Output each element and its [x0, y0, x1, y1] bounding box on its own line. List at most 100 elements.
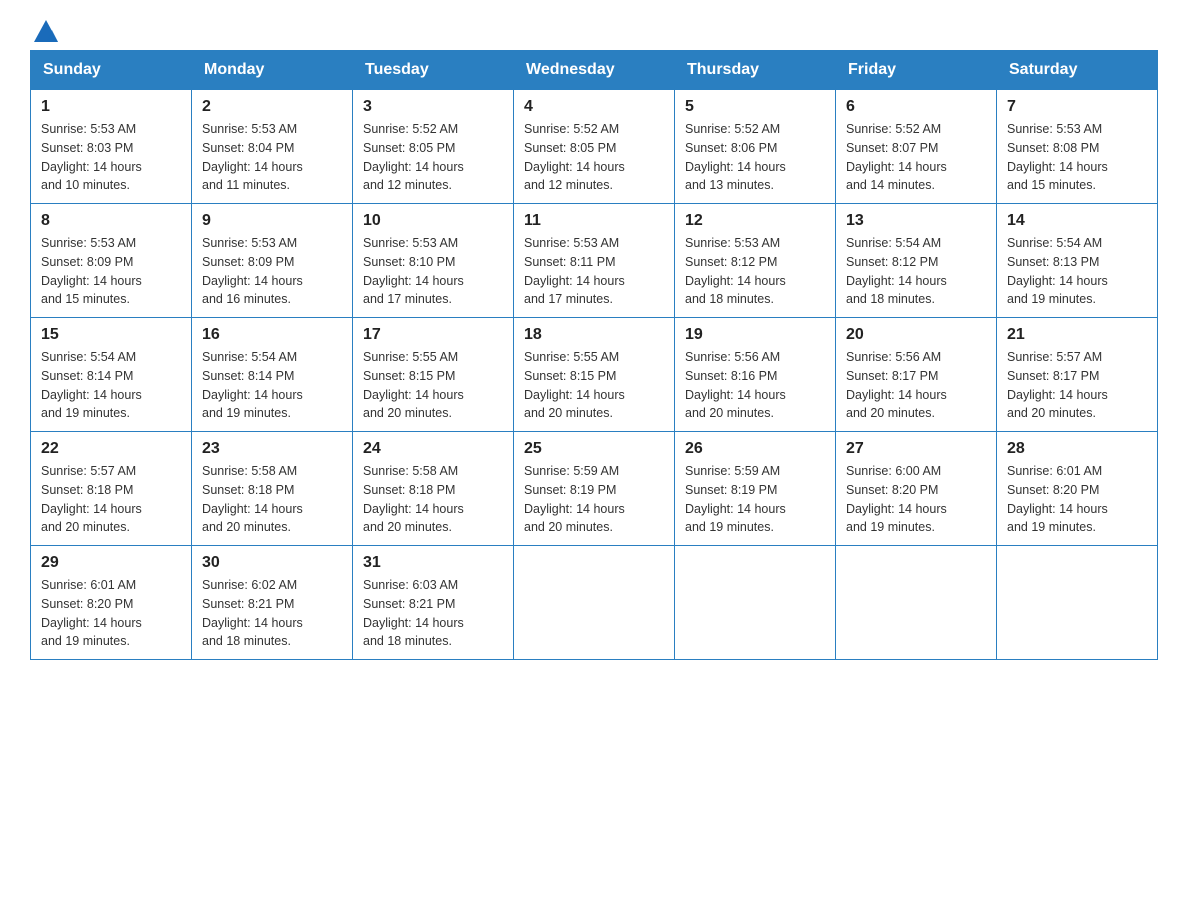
logo — [30, 20, 60, 40]
day-number: 31 — [363, 554, 503, 572]
day-info: Sunrise: 5:53 AMSunset: 8:04 PMDaylight:… — [202, 120, 342, 195]
calendar-week-row: 29 Sunrise: 6:01 AMSunset: 8:20 PMDaylig… — [31, 546, 1158, 660]
page-header — [30, 20, 1158, 40]
day-number: 11 — [524, 212, 664, 230]
day-number: 5 — [685, 98, 825, 116]
calendar-cell: 14 Sunrise: 5:54 AMSunset: 8:13 PMDaylig… — [997, 204, 1158, 318]
day-info: Sunrise: 5:59 AMSunset: 8:19 PMDaylight:… — [685, 462, 825, 537]
calendar-cell: 5 Sunrise: 5:52 AMSunset: 8:06 PMDayligh… — [675, 90, 836, 204]
day-number: 25 — [524, 440, 664, 458]
day-info: Sunrise: 5:53 AMSunset: 8:10 PMDaylight:… — [363, 234, 503, 309]
day-number: 15 — [41, 326, 181, 344]
day-info: Sunrise: 5:55 AMSunset: 8:15 PMDaylight:… — [524, 348, 664, 423]
day-info: Sunrise: 6:02 AMSunset: 8:21 PMDaylight:… — [202, 576, 342, 651]
calendar-cell: 15 Sunrise: 5:54 AMSunset: 8:14 PMDaylig… — [31, 318, 192, 432]
calendar-cell: 4 Sunrise: 5:52 AMSunset: 8:05 PMDayligh… — [514, 90, 675, 204]
calendar-week-row: 22 Sunrise: 5:57 AMSunset: 8:18 PMDaylig… — [31, 432, 1158, 546]
calendar-cell: 25 Sunrise: 5:59 AMSunset: 8:19 PMDaylig… — [514, 432, 675, 546]
day-info: Sunrise: 5:52 AMSunset: 8:07 PMDaylight:… — [846, 120, 986, 195]
day-number: 26 — [685, 440, 825, 458]
calendar-cell: 8 Sunrise: 5:53 AMSunset: 8:09 PMDayligh… — [31, 204, 192, 318]
day-number: 23 — [202, 440, 342, 458]
day-info: Sunrise: 5:53 AMSunset: 8:11 PMDaylight:… — [524, 234, 664, 309]
calendar-cell: 26 Sunrise: 5:59 AMSunset: 8:19 PMDaylig… — [675, 432, 836, 546]
day-number: 22 — [41, 440, 181, 458]
day-info: Sunrise: 5:53 AMSunset: 8:09 PMDaylight:… — [41, 234, 181, 309]
day-info: Sunrise: 5:56 AMSunset: 8:17 PMDaylight:… — [846, 348, 986, 423]
day-number: 4 — [524, 98, 664, 116]
day-info: Sunrise: 5:53 AMSunset: 8:12 PMDaylight:… — [685, 234, 825, 309]
day-number: 19 — [685, 326, 825, 344]
weekday-header-row: SundayMondayTuesdayWednesdayThursdayFrid… — [31, 51, 1158, 90]
day-number: 27 — [846, 440, 986, 458]
calendar-cell: 28 Sunrise: 6:01 AMSunset: 8:20 PMDaylig… — [997, 432, 1158, 546]
calendar-cell: 9 Sunrise: 5:53 AMSunset: 8:09 PMDayligh… — [192, 204, 353, 318]
day-number: 3 — [363, 98, 503, 116]
day-info: Sunrise: 6:03 AMSunset: 8:21 PMDaylight:… — [363, 576, 503, 651]
calendar-cell: 12 Sunrise: 5:53 AMSunset: 8:12 PMDaylig… — [675, 204, 836, 318]
day-info: Sunrise: 5:53 AMSunset: 8:03 PMDaylight:… — [41, 120, 181, 195]
day-number: 28 — [1007, 440, 1147, 458]
calendar-cell: 2 Sunrise: 5:53 AMSunset: 8:04 PMDayligh… — [192, 90, 353, 204]
day-info: Sunrise: 5:54 AMSunset: 8:14 PMDaylight:… — [202, 348, 342, 423]
calendar-cell: 17 Sunrise: 5:55 AMSunset: 8:15 PMDaylig… — [353, 318, 514, 432]
weekday-header-saturday: Saturday — [997, 51, 1158, 90]
day-number: 10 — [363, 212, 503, 230]
calendar-cell — [675, 546, 836, 660]
day-info: Sunrise: 5:54 AMSunset: 8:14 PMDaylight:… — [41, 348, 181, 423]
calendar-cell: 21 Sunrise: 5:57 AMSunset: 8:17 PMDaylig… — [997, 318, 1158, 432]
day-number: 17 — [363, 326, 503, 344]
day-number: 2 — [202, 98, 342, 116]
calendar-week-row: 1 Sunrise: 5:53 AMSunset: 8:03 PMDayligh… — [31, 90, 1158, 204]
day-info: Sunrise: 5:57 AMSunset: 8:18 PMDaylight:… — [41, 462, 181, 537]
calendar-cell: 1 Sunrise: 5:53 AMSunset: 8:03 PMDayligh… — [31, 90, 192, 204]
calendar-cell: 6 Sunrise: 5:52 AMSunset: 8:07 PMDayligh… — [836, 90, 997, 204]
calendar-cell: 13 Sunrise: 5:54 AMSunset: 8:12 PMDaylig… — [836, 204, 997, 318]
weekday-header-tuesday: Tuesday — [353, 51, 514, 90]
day-info: Sunrise: 5:59 AMSunset: 8:19 PMDaylight:… — [524, 462, 664, 537]
weekday-header-monday: Monday — [192, 51, 353, 90]
calendar-cell: 22 Sunrise: 5:57 AMSunset: 8:18 PMDaylig… — [31, 432, 192, 546]
calendar-cell: 16 Sunrise: 5:54 AMSunset: 8:14 PMDaylig… — [192, 318, 353, 432]
day-info: Sunrise: 5:52 AMSunset: 8:05 PMDaylight:… — [524, 120, 664, 195]
day-info: Sunrise: 6:01 AMSunset: 8:20 PMDaylight:… — [1007, 462, 1147, 537]
calendar-table: SundayMondayTuesdayWednesdayThursdayFrid… — [30, 50, 1158, 660]
calendar-cell: 18 Sunrise: 5:55 AMSunset: 8:15 PMDaylig… — [514, 318, 675, 432]
day-info: Sunrise: 5:58 AMSunset: 8:18 PMDaylight:… — [202, 462, 342, 537]
day-info: Sunrise: 5:54 AMSunset: 8:12 PMDaylight:… — [846, 234, 986, 309]
day-number: 13 — [846, 212, 986, 230]
day-number: 6 — [846, 98, 986, 116]
day-number: 29 — [41, 554, 181, 572]
day-number: 18 — [524, 326, 664, 344]
calendar-cell: 11 Sunrise: 5:53 AMSunset: 8:11 PMDaylig… — [514, 204, 675, 318]
calendar-cell: 3 Sunrise: 5:52 AMSunset: 8:05 PMDayligh… — [353, 90, 514, 204]
day-number: 24 — [363, 440, 503, 458]
calendar-header: SundayMondayTuesdayWednesdayThursdayFrid… — [31, 51, 1158, 90]
day-number: 20 — [846, 326, 986, 344]
day-number: 21 — [1007, 326, 1147, 344]
calendar-cell: 24 Sunrise: 5:58 AMSunset: 8:18 PMDaylig… — [353, 432, 514, 546]
day-number: 9 — [202, 212, 342, 230]
day-info: Sunrise: 5:53 AMSunset: 8:08 PMDaylight:… — [1007, 120, 1147, 195]
day-number: 12 — [685, 212, 825, 230]
calendar-body: 1 Sunrise: 5:53 AMSunset: 8:03 PMDayligh… — [31, 90, 1158, 660]
weekday-header-friday: Friday — [836, 51, 997, 90]
calendar-cell — [836, 546, 997, 660]
day-number: 1 — [41, 98, 181, 116]
day-info: Sunrise: 5:55 AMSunset: 8:15 PMDaylight:… — [363, 348, 503, 423]
day-number: 16 — [202, 326, 342, 344]
day-number: 14 — [1007, 212, 1147, 230]
calendar-week-row: 8 Sunrise: 5:53 AMSunset: 8:09 PMDayligh… — [31, 204, 1158, 318]
day-info: Sunrise: 6:01 AMSunset: 8:20 PMDaylight:… — [41, 576, 181, 651]
calendar-cell: 19 Sunrise: 5:56 AMSunset: 8:16 PMDaylig… — [675, 318, 836, 432]
day-number: 30 — [202, 554, 342, 572]
day-info: Sunrise: 6:00 AMSunset: 8:20 PMDaylight:… — [846, 462, 986, 537]
day-info: Sunrise: 5:53 AMSunset: 8:09 PMDaylight:… — [202, 234, 342, 309]
calendar-cell: 27 Sunrise: 6:00 AMSunset: 8:20 PMDaylig… — [836, 432, 997, 546]
calendar-cell: 30 Sunrise: 6:02 AMSunset: 8:21 PMDaylig… — [192, 546, 353, 660]
weekday-header-sunday: Sunday — [31, 51, 192, 90]
day-info: Sunrise: 5:56 AMSunset: 8:16 PMDaylight:… — [685, 348, 825, 423]
day-number: 7 — [1007, 98, 1147, 116]
day-number: 8 — [41, 212, 181, 230]
day-info: Sunrise: 5:52 AMSunset: 8:06 PMDaylight:… — [685, 120, 825, 195]
